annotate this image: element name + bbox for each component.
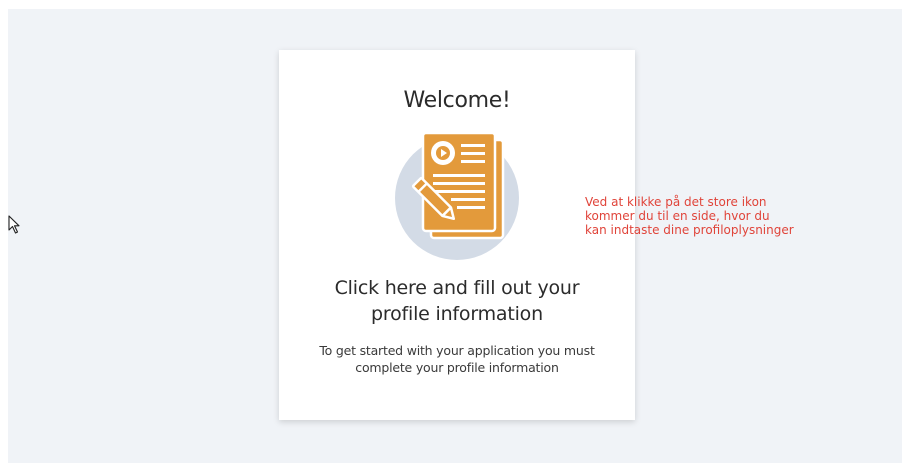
card-heading-line1: Click here and fill out your bbox=[334, 277, 580, 299]
welcome-title: Welcome! bbox=[403, 88, 511, 113]
annotation-line1: Ved at klikke på det store ikon bbox=[585, 195, 767, 209]
mouse-pointer-icon bbox=[8, 215, 20, 234]
card-description-line1: To get started with your application you… bbox=[319, 343, 595, 358]
card-description: To get started with your application you… bbox=[307, 342, 607, 376]
profile-form-icon[interactable] bbox=[391, 130, 523, 262]
card-heading-line2: profile information bbox=[371, 303, 543, 325]
card-description-line2: complete your profile information bbox=[355, 360, 559, 375]
profile-card[interactable]: Welcome! Click here and fill out your pr… bbox=[279, 50, 635, 420]
annotation-line3: kan indtaste dine profiloplysninger bbox=[585, 223, 794, 237]
annotation-note: Ved at klikke på det store ikon kommer d… bbox=[585, 195, 885, 237]
annotation-line2: kommer du til en side, hvor du bbox=[585, 209, 770, 223]
card-heading[interactable]: Click here and fill out your profile inf… bbox=[299, 275, 615, 327]
